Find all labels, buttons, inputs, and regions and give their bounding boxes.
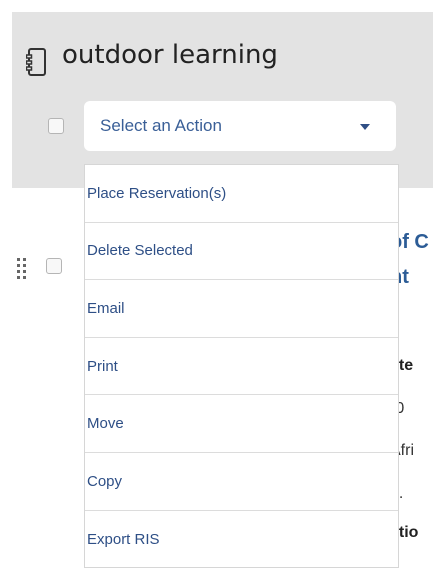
folder-title: outdoor learning <box>62 40 278 70</box>
action-menu: Place Reservation(s) Delete Selected Ema… <box>84 164 399 568</box>
drag-handle-icon[interactable] <box>16 256 34 280</box>
menu-item-move[interactable]: Move <box>85 395 398 453</box>
select-all-checkbox[interactable] <box>48 118 64 134</box>
folder-header <box>12 12 433 188</box>
result-checkbox[interactable] <box>46 258 62 274</box>
menu-item-email[interactable]: Email <box>85 280 398 338</box>
folder-icon <box>26 48 46 76</box>
menu-item-export-ris[interactable]: Export RIS <box>85 511 398 569</box>
menu-item-print[interactable]: Print <box>85 338 398 396</box>
menu-item-delete-selected[interactable]: Delete Selected <box>85 223 398 281</box>
action-select[interactable]: Select an Action <box>84 101 396 151</box>
menu-item-place-reservations[interactable]: Place Reservation(s) <box>85 165 398 223</box>
menu-item-copy[interactable]: Copy <box>85 453 398 511</box>
caret-down-icon <box>360 124 370 130</box>
action-select-label: Select an Action <box>100 116 222 135</box>
